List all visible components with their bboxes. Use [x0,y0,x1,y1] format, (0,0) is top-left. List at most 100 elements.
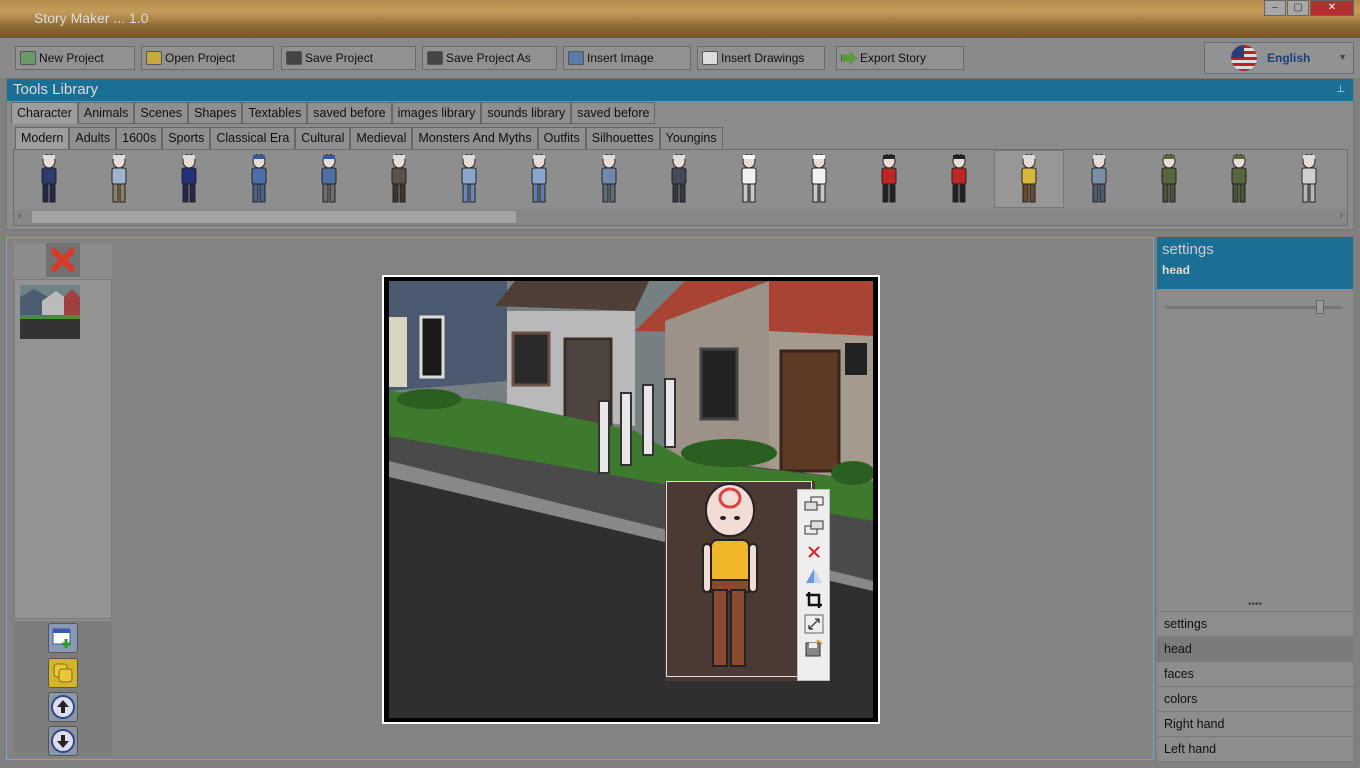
add-page-button[interactable] [48,623,78,653]
library-subtab-0[interactable]: Modern [15,127,70,151]
library-subtab-8[interactable]: Outfits [537,127,586,151]
library-subtab-5[interactable]: Cultural [295,127,351,151]
settings-item[interactable]: settings [1157,611,1353,636]
open-project-button[interactable]: Open Project [141,46,274,70]
crop-button[interactable] [802,590,826,610]
page-thumbnails [14,279,112,619]
library-tab-2[interactable]: Scenes [134,102,189,124]
page-thumbnail[interactable] [20,285,80,339]
library-subtabs: Modern Adults 1600s Sports Classical Era Cult… [15,127,1353,151]
library-subtab-1[interactable]: Adults [69,127,117,151]
export-arrow-icon [841,51,857,65]
save-project-as-button[interactable]: Save Project As [422,46,557,70]
character-thumbnail[interactable] [84,150,154,208]
size-slider[interactable] [1165,300,1343,314]
library-tab-6[interactable]: images library [391,102,482,124]
library-subtab-10[interactable]: Youngins [659,127,723,151]
character-thumbnail[interactable] [1204,150,1274,208]
save-project-button[interactable]: Save Project [281,46,416,70]
resize-button[interactable] [802,614,826,634]
library-subtab-3[interactable]: Sports [162,127,211,151]
send-backward-button[interactable] [802,518,826,538]
settings-item[interactable]: Left hand [1157,736,1353,761]
library-tab-4[interactable]: Textables [242,102,308,124]
new-project-button[interactable]: New Project [15,46,135,70]
library-subtab-9[interactable]: Silhouettes [585,127,660,151]
splitter-grip[interactable]: •••• [1157,599,1353,610]
scrollbar-thumb[interactable] [32,211,516,223]
character-thumbnail[interactable] [1064,150,1134,208]
character-thumbnail[interactable] [154,150,224,208]
save-project-label: Save Project [305,51,374,65]
copy-icon [53,663,73,683]
library-tab-7[interactable]: sounds library [481,102,572,124]
settings-item[interactable]: colors [1157,686,1353,711]
character-thumbnail[interactable] [574,150,644,208]
scroll-right-icon[interactable]: › [1340,210,1343,221]
library-subtab-7[interactable]: Monsters And Myths [412,127,538,151]
character-thumbnail[interactable] [924,150,994,208]
character-thumbnail[interactable] [224,150,294,208]
selected-character-frame[interactable] [666,481,812,677]
horizontal-scrollbar[interactable]: ‹ › [14,209,1347,225]
library-tab-1[interactable]: Animals [77,102,135,124]
folder-icon [146,51,162,65]
library-subtab-2[interactable]: 1600s [116,127,163,151]
character-thumbnail[interactable] [434,150,504,208]
library-subtab-4[interactable]: Classical Era [210,127,296,151]
character-thumbnail[interactable] [784,150,854,208]
insert-drawings-button[interactable]: Insert Drawings [697,46,825,70]
settings-item[interactable]: head [1157,636,1353,661]
library-tab-3[interactable]: Shapes [188,102,243,124]
language-select[interactable]: English ▼ [1204,42,1354,74]
library-tabs: Character Animals Scenes Shapes Textables sav… [11,102,1353,124]
duplicate-page-button[interactable] [48,658,78,688]
arrow-down-icon [51,729,75,753]
character-thumbnail[interactable] [364,150,434,208]
flip-button[interactable] [802,566,826,586]
export-story-button[interactable]: Export Story [836,46,964,70]
character-thumbnail[interactable] [504,150,574,208]
character-thumbnail[interactable] [1274,150,1344,208]
bring-forward-icon [804,496,823,511]
minimize-button[interactable]: – [1264,0,1286,16]
close-button[interactable]: ✕ [1310,0,1354,16]
scroll-left-icon[interactable]: ‹ [18,210,21,221]
save-project-as-label: Save Project As [446,51,531,65]
language-label: English [1267,51,1311,65]
character-thumbnail[interactable] [14,150,84,208]
story-canvas[interactable] [382,275,880,724]
character-strip: ‹ › [13,149,1348,226]
main-toolbar: New Project Open Project Save Project Sa… [0,38,1360,78]
character-thumbnail[interactable] [1134,150,1204,208]
selected-part-label: head [1162,263,1191,277]
move-up-button[interactable] [48,692,78,722]
pin-icon[interactable]: ⊥ [1336,79,1345,101]
add-page-icon [52,628,71,648]
maximize-button[interactable]: ▢ [1287,0,1309,16]
character-thumbnail[interactable] [294,150,364,208]
delete-page-button[interactable] [46,243,80,277]
move-down-button[interactable] [48,726,78,756]
flip-icon [805,569,822,583]
chevron-down-icon: ▼ [1338,52,1347,62]
title-bar: Story Maker ... 1.0 – ▢ ✕ [0,0,1360,38]
settings-item[interactable]: faces [1157,661,1353,686]
insert-image-button[interactable]: Insert Image [563,46,691,70]
character-thumbnail[interactable] [714,150,784,208]
character-thumbnail[interactable] [854,150,924,208]
tools-library-header: Tools Library ⊥ [7,79,1353,101]
settings-item[interactable]: Right hand [1157,711,1353,736]
character-thumbnail[interactable] [644,150,714,208]
bring-forward-button[interactable] [802,494,826,514]
library-tab-5[interactable]: saved before [307,102,392,124]
insert-drawings-label: Insert Drawings [721,51,805,65]
library-subtab-6[interactable]: Medieval [350,127,413,151]
send-backward-icon [804,520,823,535]
library-tab-0[interactable]: Character [11,102,78,124]
save-element-button[interactable] [802,638,826,658]
delete-element-button[interactable] [802,542,826,562]
slider-knob[interactable] [1316,300,1325,314]
library-tab-8[interactable]: saved before [571,102,656,124]
character-thumbnail[interactable] [994,150,1064,208]
